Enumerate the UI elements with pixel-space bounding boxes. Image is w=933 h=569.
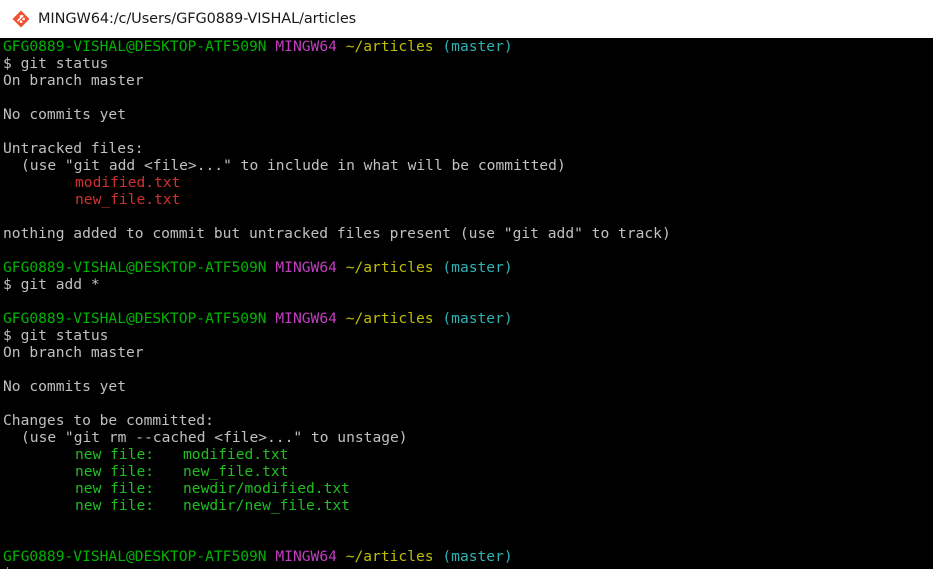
prompt-branch: (master): [442, 310, 513, 327]
prompt-user-host: GFG0889-VISHAL@DESKTOP-ATF509N: [3, 38, 267, 55]
hint-text: (use "git add <file>..." to include in w…: [21, 157, 566, 174]
output-line: No commits yet: [3, 378, 127, 395]
prompt-branch: (master): [442, 38, 513, 55]
command-input-line[interactable]: $: [3, 565, 933, 569]
output-line: Untracked files:: [3, 140, 144, 157]
staged-label: new file:: [75, 480, 155, 497]
prompt-user-host: GFG0889-VISHAL@DESKTOP-ATF509N: [3, 259, 267, 276]
staged-file-line: new file: newdir/new_file.txt: [3, 497, 933, 514]
staged-label: new file:: [75, 446, 155, 463]
untracked-file-line: modified.txt: [3, 174, 933, 191]
prompt-system: MINGW64: [275, 310, 337, 327]
prompt-path: ~/articles: [345, 548, 434, 565]
untracked-file: new_file.txt: [75, 191, 181, 208]
prompt-line: GFG0889-VISHAL@DESKTOP-ATF509N MINGW64 ~…: [3, 548, 933, 565]
prompt-user-host: GFG0889-VISHAL@DESKTOP-ATF509N: [3, 548, 267, 565]
hint-line: (use "git add <file>..." to include in w…: [3, 157, 933, 174]
untracked-file-line: new_file.txt: [3, 191, 933, 208]
terminal-output[interactable]: GFG0889-VISHAL@DESKTOP-ATF509N MINGW64 ~…: [0, 38, 933, 569]
output-line: On branch master: [3, 72, 144, 89]
staged-label: new file:: [75, 497, 155, 514]
prompt-system: MINGW64: [275, 548, 337, 565]
output-line: No commits yet: [3, 106, 127, 123]
prompt-path: ~/articles: [345, 310, 434, 327]
prompt-system: MINGW64: [275, 38, 337, 55]
prompt-branch: (master): [442, 548, 513, 565]
prompt-branch: (master): [442, 259, 513, 276]
hint-text: (use "git rm --cached <file>..." to unst…: [21, 429, 408, 446]
output-line: On branch master: [3, 344, 144, 361]
command-line: $ git add *: [3, 276, 100, 293]
prompt-line: GFG0889-VISHAL@DESKTOP-ATF509N MINGW64 ~…: [3, 310, 933, 327]
prompt-user-host: GFG0889-VISHAL@DESKTOP-ATF509N: [3, 310, 267, 327]
prompt-system: MINGW64: [275, 259, 337, 276]
prompt-line: GFG0889-VISHAL@DESKTOP-ATF509N MINGW64 ~…: [3, 259, 933, 276]
git-bash-diamond-icon: [12, 10, 30, 28]
staged-file: newdir/modified.txt: [183, 480, 350, 497]
staged-file-line: new file: modified.txt: [3, 446, 933, 463]
title-bar[interactable]: MINGW64:/c/Users/GFG0889-VISHAL/articles: [0, 0, 933, 38]
window-title: MINGW64:/c/Users/GFG0889-VISHAL/articles: [38, 11, 357, 27]
command-line: $ git status: [3, 327, 109, 344]
prompt-path: ~/articles: [345, 259, 434, 276]
staged-file-line: new file: newdir/modified.txt: [3, 480, 933, 497]
staged-file: new_file.txt: [183, 463, 289, 480]
staged-file: newdir/new_file.txt: [183, 497, 350, 514]
staged-label: new file:: [75, 463, 155, 480]
prompt-line: GFG0889-VISHAL@DESKTOP-ATF509N MINGW64 ~…: [3, 38, 933, 55]
terminal-window: MINGW64:/c/Users/GFG0889-VISHAL/articles…: [0, 0, 933, 569]
hint-line: (use "git rm --cached <file>..." to unst…: [3, 429, 933, 446]
staged-file-line: new file: new_file.txt: [3, 463, 933, 480]
untracked-file: modified.txt: [75, 174, 181, 191]
prompt-path: ~/articles: [345, 38, 434, 55]
output-line: Changes to be committed:: [3, 412, 214, 429]
staged-file: modified.txt: [183, 446, 289, 463]
output-line: nothing added to commit but untracked fi…: [3, 225, 671, 242]
command-line: $ git status: [3, 55, 109, 72]
